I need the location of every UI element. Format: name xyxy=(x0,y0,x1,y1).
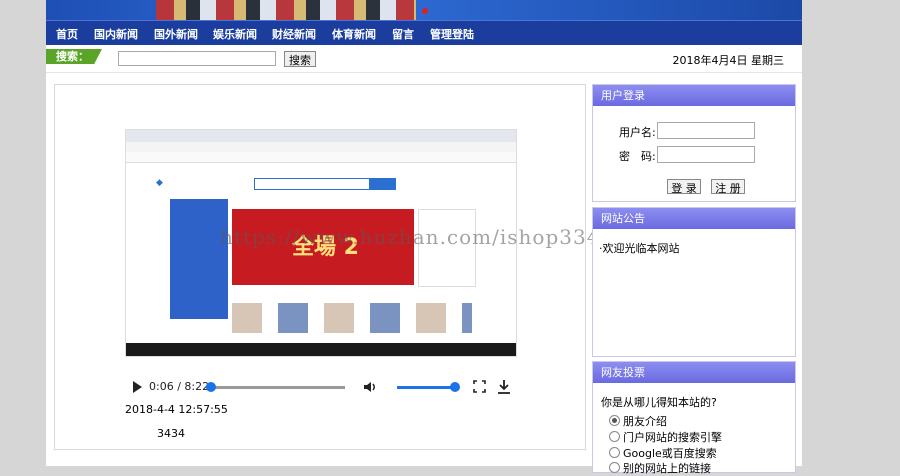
poll-option-label: Google或百度搜索 xyxy=(623,447,717,460)
video-time: 0:06 / 8:22 xyxy=(149,380,210,393)
video-frame-taskbar xyxy=(126,343,516,356)
notice-panel-title: 网站公告 xyxy=(593,208,795,229)
radio-icon[interactable] xyxy=(609,415,620,426)
nav-sports-news[interactable]: 体育新闻 xyxy=(332,26,376,42)
poll-panel: 网友投票 你是从哪儿得知本站的? 朋友介绍 门户网站的搜索引擎 Google或百… xyxy=(592,361,796,476)
video-frame-browser-tabs xyxy=(126,130,516,142)
page: 首页 国内新闻 国外新闻 娱乐新闻 财经新闻 体育新闻 留言 管理登陆 搜索： … xyxy=(46,0,802,475)
post-timestamp: 2018-4-4 12:57:55 xyxy=(125,403,228,416)
poll-option-label: 门户网站的搜索引擎 xyxy=(623,431,722,444)
volume-icon[interactable] xyxy=(363,380,377,394)
poll-question: 你是从哪儿得知本站的? xyxy=(601,396,717,409)
poll-option-label: 朋友介绍 xyxy=(623,415,667,428)
nav-finance-news[interactable]: 财经新闻 xyxy=(272,26,316,42)
video-frame-search xyxy=(254,178,370,190)
search-input[interactable] xyxy=(118,51,276,66)
radio-icon[interactable] xyxy=(609,447,620,458)
search-label: 搜索： xyxy=(46,49,102,64)
poll-option[interactable]: 朋友介绍 xyxy=(609,413,667,429)
banner-image xyxy=(156,0,416,20)
current-date: 2018年4月4日 星期三 xyxy=(672,54,785,67)
video-frame-bookmarks xyxy=(126,152,516,163)
nav-entertainment-news[interactable]: 娱乐新闻 xyxy=(213,26,257,42)
nav-guestbook[interactable]: 留言 xyxy=(392,26,414,42)
password-label: 密 码: xyxy=(619,150,656,163)
nav-home[interactable]: 首页 xyxy=(56,26,78,42)
video-frame-search-button xyxy=(370,178,396,190)
watermark-text: https://www.huzhan.com/ishop33466 xyxy=(220,225,628,249)
main-content: ◆ 全場 2 https://www.huzhan.com/ishop33466… xyxy=(54,84,627,450)
volume-fill xyxy=(397,386,455,389)
notice-panel: 网站公告 ·欢迎光临本网站 xyxy=(592,207,796,357)
login-button[interactable]: 登 录 xyxy=(667,179,701,195)
video-frame-page: ◆ 全場 2 xyxy=(126,163,516,343)
video-frame-address-bar xyxy=(126,142,516,152)
nav-domestic-news[interactable]: 国内新闻 xyxy=(94,26,138,42)
login-panel-title: 用户登录 xyxy=(593,85,795,106)
poll-option[interactable]: Google或百度搜索 xyxy=(609,445,717,461)
register-button[interactable]: 注 册 xyxy=(711,179,745,195)
poll-option-label: 别的网站上的链接 xyxy=(623,462,711,475)
main-nav: 首页 国内新闻 国外新闻 娱乐新闻 财经新闻 体育新闻 留言 管理登陆 xyxy=(46,20,802,45)
search-button[interactable]: 搜索 xyxy=(284,51,316,67)
video-frame-category-menu xyxy=(170,199,228,319)
username-input[interactable] xyxy=(657,122,755,139)
poll-option[interactable]: 别的网站上的链接 xyxy=(609,460,711,476)
password-input[interactable] xyxy=(657,146,755,163)
banner-dot-icon xyxy=(422,8,428,14)
login-panel: 用户登录 用户名: 密 码: 登 录 注 册 xyxy=(592,84,796,202)
poll-option[interactable]: 门户网站的搜索引擎 xyxy=(609,429,722,445)
search-bar: 搜索： 搜索 2018年4月4日 星期三 xyxy=(46,45,802,73)
volume-slider[interactable] xyxy=(397,382,460,392)
video-controls: 0:06 / 8:22 xyxy=(125,377,515,397)
notice-item[interactable]: ·欢迎光临本网站 xyxy=(599,240,680,256)
radio-icon[interactable] xyxy=(609,431,620,442)
download-icon[interactable] xyxy=(497,379,511,395)
play-icon[interactable] xyxy=(133,381,142,393)
radio-icon[interactable] xyxy=(609,462,620,473)
poll-panel-title: 网友投票 xyxy=(593,362,795,383)
video-progress-bar[interactable] xyxy=(205,382,345,392)
volume-thumb[interactable] xyxy=(450,382,460,392)
username-label: 用户名: xyxy=(619,126,656,139)
nav-foreign-news[interactable]: 国外新闻 xyxy=(154,26,198,42)
site-banner xyxy=(46,0,802,20)
fullscreen-icon[interactable] xyxy=(473,380,486,393)
video-progress-thumb[interactable] xyxy=(205,382,216,392)
video-frame-products xyxy=(232,303,472,333)
post-body: 3434 xyxy=(157,427,185,440)
nav-admin-login[interactable]: 管理登陆 xyxy=(430,26,474,42)
video-frame-logo: ◆ xyxy=(156,178,163,188)
